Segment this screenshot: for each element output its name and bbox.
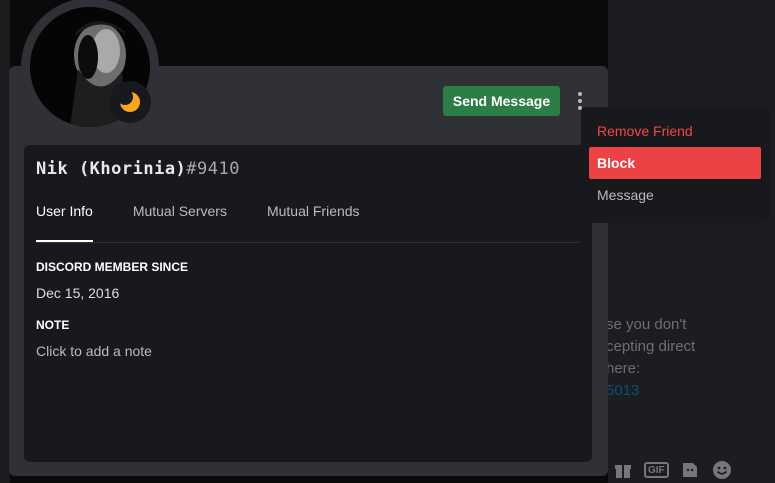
sticker-icon	[679, 460, 701, 480]
tab-user-info[interactable]: User Info	[36, 203, 93, 242]
member-since-heading: DISCORD MEMBER SINCE	[36, 260, 189, 274]
background-chat-area	[608, 0, 775, 483]
notice-line: cepting direct	[606, 338, 696, 355]
status-badge	[109, 81, 151, 123]
send-message-button[interactable]: Send Message	[443, 86, 560, 116]
background-composer-icons: GIF	[612, 460, 733, 480]
username-text: Nik (Khorinia)	[36, 159, 187, 179]
profile-tabs: User Info Mutual Servers Mutual Friends	[36, 203, 400, 242]
tabs-divider	[36, 242, 580, 243]
notice-line: se you don't	[606, 316, 687, 333]
notice-line: here:	[606, 360, 641, 377]
gif-icon: GIF	[644, 462, 669, 478]
notice-link: 5013	[606, 382, 640, 399]
user-context-menu: Remove Friend Block Message	[581, 107, 769, 223]
more-vertical-icon	[578, 92, 582, 96]
note-input[interactable]: Click to add a note	[36, 343, 152, 359]
username-discriminator: #9410	[186, 159, 240, 179]
emoji-icon	[711, 460, 733, 480]
gift-icon	[612, 460, 634, 480]
menu-item-block[interactable]: Block	[589, 147, 761, 179]
menu-item-remove-friend[interactable]: Remove Friend	[589, 115, 761, 147]
profile-username[interactable]: Nik (Khorinia)#9410	[36, 159, 240, 179]
background-dm-notice: se you don't cepting direct here: 5013	[606, 314, 695, 402]
menu-item-message[interactable]: Message	[589, 179, 761, 211]
member-since-value: Dec 15, 2016	[36, 285, 120, 301]
note-heading: NOTE	[36, 318, 70, 332]
profile-body: Nik (Khorinia)#9410 User Info Mutual Ser…	[24, 145, 592, 462]
tab-mutual-servers[interactable]: Mutual Servers	[133, 203, 227, 242]
tab-mutual-friends[interactable]: Mutual Friends	[267, 203, 360, 242]
moon-status-icon	[117, 89, 140, 112]
